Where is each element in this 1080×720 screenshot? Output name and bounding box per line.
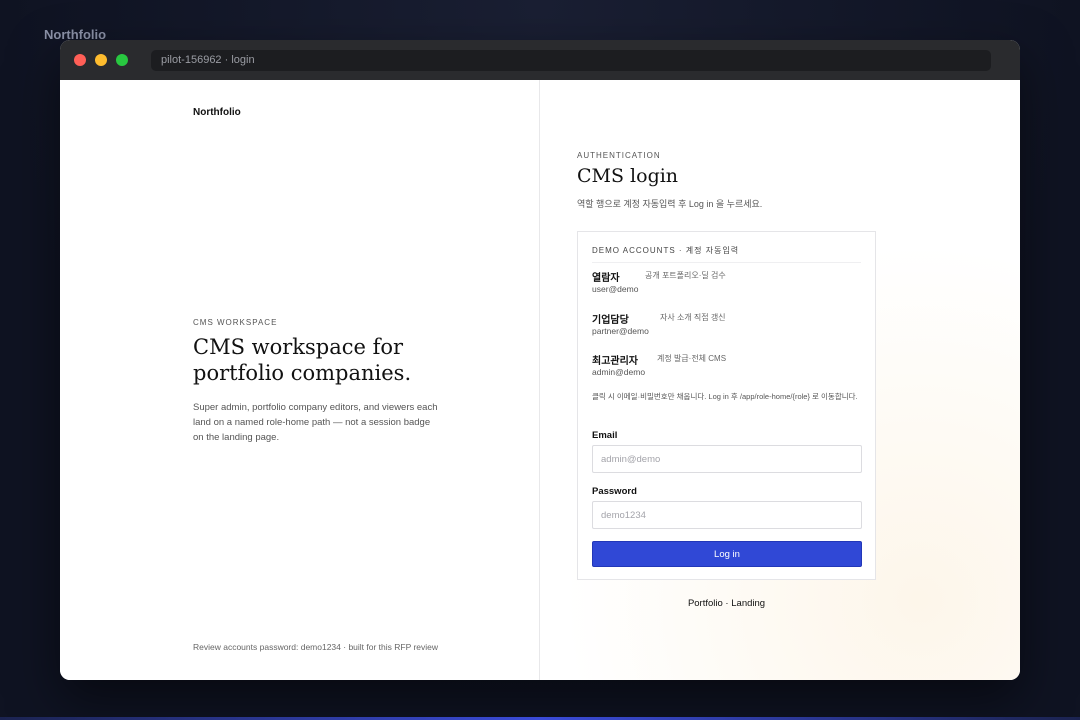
footer-note: Review accounts password: demo1234 · bui… (193, 642, 439, 652)
email-label: Email (592, 430, 618, 441)
hero-kicker: CMS WORKSPACE (193, 318, 278, 327)
account-role: 열람자 (592, 273, 620, 284)
demo-account-partner[interactable]: 기업담당 자사 소개 직접 갱신 partner@demo (592, 311, 861, 341)
autofill-hint: 클릭 시 이메일·비밀번호만 채웁니다. Log in 후 /app/role-… (592, 392, 858, 401)
portfolio-link[interactable]: Portfolio (688, 598, 723, 609)
bottom-links: Portfolio · Landing (577, 598, 876, 609)
auth-pane: AUTHENTICATION CMS login 역할 행으로 계정 자동입력 … (540, 80, 1020, 680)
demo-accounts-header: DEMO ACCOUNTS · 계정 자동입력 (592, 245, 861, 263)
address-bar[interactable]: pilot-156962 · login (151, 50, 991, 71)
account-description: 공개 포트폴리오·딜 검수 (645, 271, 726, 280)
hero-description: Super admin, portfolio company editors, … (193, 402, 438, 443)
account-description: 자사 소개 직접 갱신 (660, 313, 726, 322)
account-email: admin@demo (592, 367, 646, 377)
account-email: user@demo (592, 284, 639, 294)
demo-account-viewer[interactable]: 열람자 공개 포트폴리오·딜 검수 user@demo (592, 269, 861, 299)
auth-kicker: AUTHENTICATION (577, 151, 661, 160)
password-label: Password (592, 486, 637, 497)
brand-logo[interactable]: Northfolio (193, 107, 241, 118)
minimize-window-button[interactable] (95, 54, 107, 66)
landing-link[interactable]: Landing (731, 598, 765, 609)
hero-title: CMS workspace for portfolio companies. (193, 335, 412, 385)
login-card: DEMO ACCOUNTS · 계정 자동입력 열람자 공개 포트폴리오·딜 검… (577, 231, 876, 580)
account-description: 계정 발급·전체 CMS (657, 354, 727, 363)
hero-pane: Northfolio CMS WORKSPACE CMS workspace f… (60, 80, 540, 680)
password-field[interactable] (592, 501, 862, 529)
page-title: CMS login (577, 165, 679, 187)
titlebar: pilot-156962 · login (60, 40, 1020, 80)
link-separator: · (722, 598, 732, 609)
account-role: 기업담당 (592, 315, 629, 326)
desktop: Northfolio pilot-156962 · login Northfol… (0, 0, 1080, 720)
maximize-window-button[interactable] (116, 54, 128, 66)
demo-account-admin[interactable]: 최고관리자 계정 발급·전체 CMS admin@demo (592, 352, 861, 382)
close-window-button[interactable] (74, 54, 86, 66)
email-field[interactable] (592, 445, 862, 473)
page-content: Northfolio CMS WORKSPACE CMS workspace f… (60, 80, 1020, 680)
login-button[interactable]: Log in (592, 541, 862, 567)
auth-subtitle: 역할 행으로 계정 자동입력 후 Log in 을 누르세요. (577, 199, 763, 209)
account-role: 최고관리자 (592, 356, 638, 367)
browser-window: pilot-156962 · login Northfolio CMS WORK… (60, 40, 1020, 680)
account-email: partner@demo (592, 326, 649, 336)
